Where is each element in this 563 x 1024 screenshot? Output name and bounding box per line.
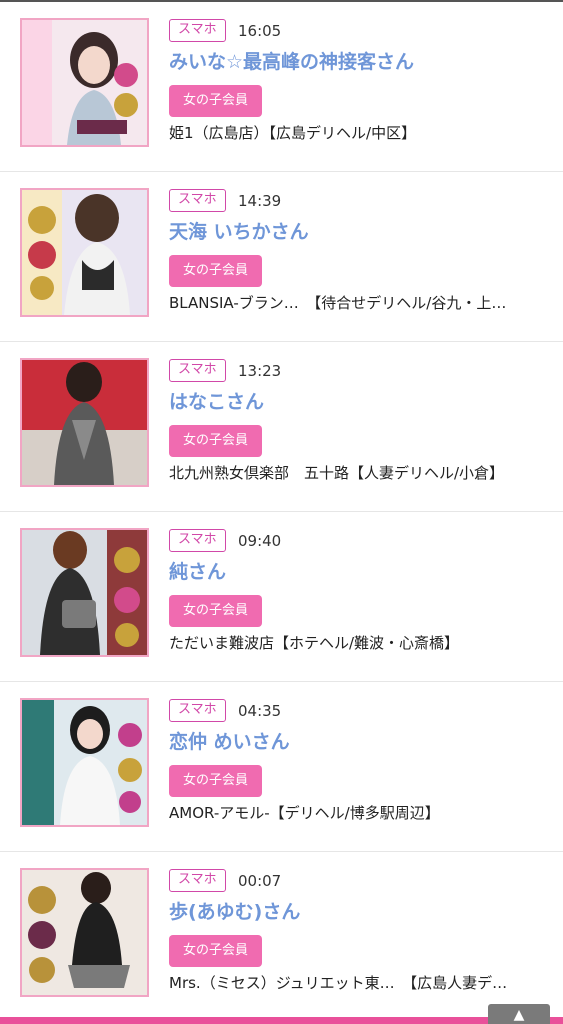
device-badge: スマホ	[169, 19, 226, 42]
post-time: 09:40	[238, 532, 282, 550]
member-badge: 女の子会員	[169, 255, 263, 287]
profile-photo	[22, 870, 147, 995]
list-item[interactable]: スマホ 14:39 天海 いちかさん 女の子会員 BLANSIA-ブラン… 【待…	[0, 172, 563, 342]
list-item[interactable]: スマホ 16:05 みいな☆最高峰の神接客さん 女の子会員 姫1（広島店）【広島…	[0, 2, 563, 172]
member-badge: 女の子会員	[169, 765, 263, 797]
girl-name-link[interactable]: 恋仲 めいさん	[169, 729, 290, 755]
list-item[interactable]: スマホ 09:40 純さん 女の子会員 ただいま難波店【ホテヘル/難波・心斎橋】	[0, 512, 563, 682]
profile-photo	[22, 360, 147, 485]
device-badge: スマホ	[169, 699, 226, 722]
profile-thumbnail[interactable]	[20, 868, 149, 997]
post-time: 13:23	[238, 362, 282, 380]
profile-photo	[22, 700, 147, 825]
member-badge: 女の子会員	[169, 425, 263, 457]
girl-name-link[interactable]: 歩(あゆむ)さん	[169, 899, 300, 925]
device-badge: スマホ	[169, 359, 226, 382]
device-badge: スマホ	[169, 529, 226, 552]
post-time: 14:39	[238, 192, 282, 210]
post-time: 16:05	[238, 22, 282, 40]
shop-info[interactable]: 北九州熟女倶楽部 五十路【人妻デリヘル/小倉】	[169, 463, 549, 483]
list-item[interactable]: スマホ 13:23 はなこさん 女の子会員 北九州熟女倶楽部 五十路【人妻デリヘ…	[0, 342, 563, 512]
list-item[interactable]: スマホ 04:35 恋仲 めいさん 女の子会員 AMOR-アモル-【デリヘル/博…	[0, 682, 563, 852]
shop-info[interactable]: 姫1（広島店）【広島デリヘル/中区】	[169, 123, 549, 143]
member-badge: 女の子会員	[169, 935, 263, 967]
profile-thumbnail[interactable]	[20, 18, 149, 147]
post-time: 00:07	[238, 872, 282, 890]
member-badge: 女の子会員	[169, 595, 263, 627]
device-badge: スマホ	[169, 189, 226, 212]
profile-photo	[22, 20, 147, 145]
profile-thumbnail[interactable]	[20, 358, 149, 487]
profile-thumbnail[interactable]	[20, 528, 149, 657]
device-badge: スマホ	[169, 869, 226, 892]
girl-name-link[interactable]: 純さん	[169, 559, 226, 585]
bottom-accent-bar	[0, 1017, 563, 1024]
member-badge: 女の子会員	[169, 85, 263, 117]
shop-info[interactable]: AMOR-アモル-【デリヘル/博多駅周辺】	[169, 803, 549, 823]
shop-info[interactable]: ただいま難波店【ホテヘル/難波・心斎橋】	[169, 633, 549, 653]
list-item[interactable]: スマホ 00:07 歩(あゆむ)さん 女の子会員 Mrs.（ミセス）ジュリエット…	[0, 852, 563, 1022]
post-time: 04:35	[238, 702, 282, 720]
girl-name-link[interactable]: みいな☆最高峰の神接客さん	[169, 49, 414, 75]
profile-photo	[22, 530, 147, 655]
shop-info[interactable]: Mrs.（ミセス）ジュリエット東… 【広島人妻デ…	[169, 973, 549, 993]
profile-photo	[22, 190, 147, 315]
profile-thumbnail[interactable]	[20, 188, 149, 317]
scroll-to-top-button[interactable]: ▲	[488, 1004, 550, 1024]
girl-name-link[interactable]: 天海 いちかさん	[169, 219, 309, 245]
girl-name-link[interactable]: はなこさん	[169, 389, 264, 415]
newcomer-list: スマホ 16:05 みいな☆最高峰の神接客さん 女の子会員 姫1（広島店）【広島…	[0, 2, 563, 1022]
shop-info[interactable]: BLANSIA-ブラン… 【待合せデリヘル/谷九・上…	[169, 293, 549, 313]
arrow-up-icon: ▲	[513, 1007, 525, 1023]
profile-thumbnail[interactable]	[20, 698, 149, 827]
